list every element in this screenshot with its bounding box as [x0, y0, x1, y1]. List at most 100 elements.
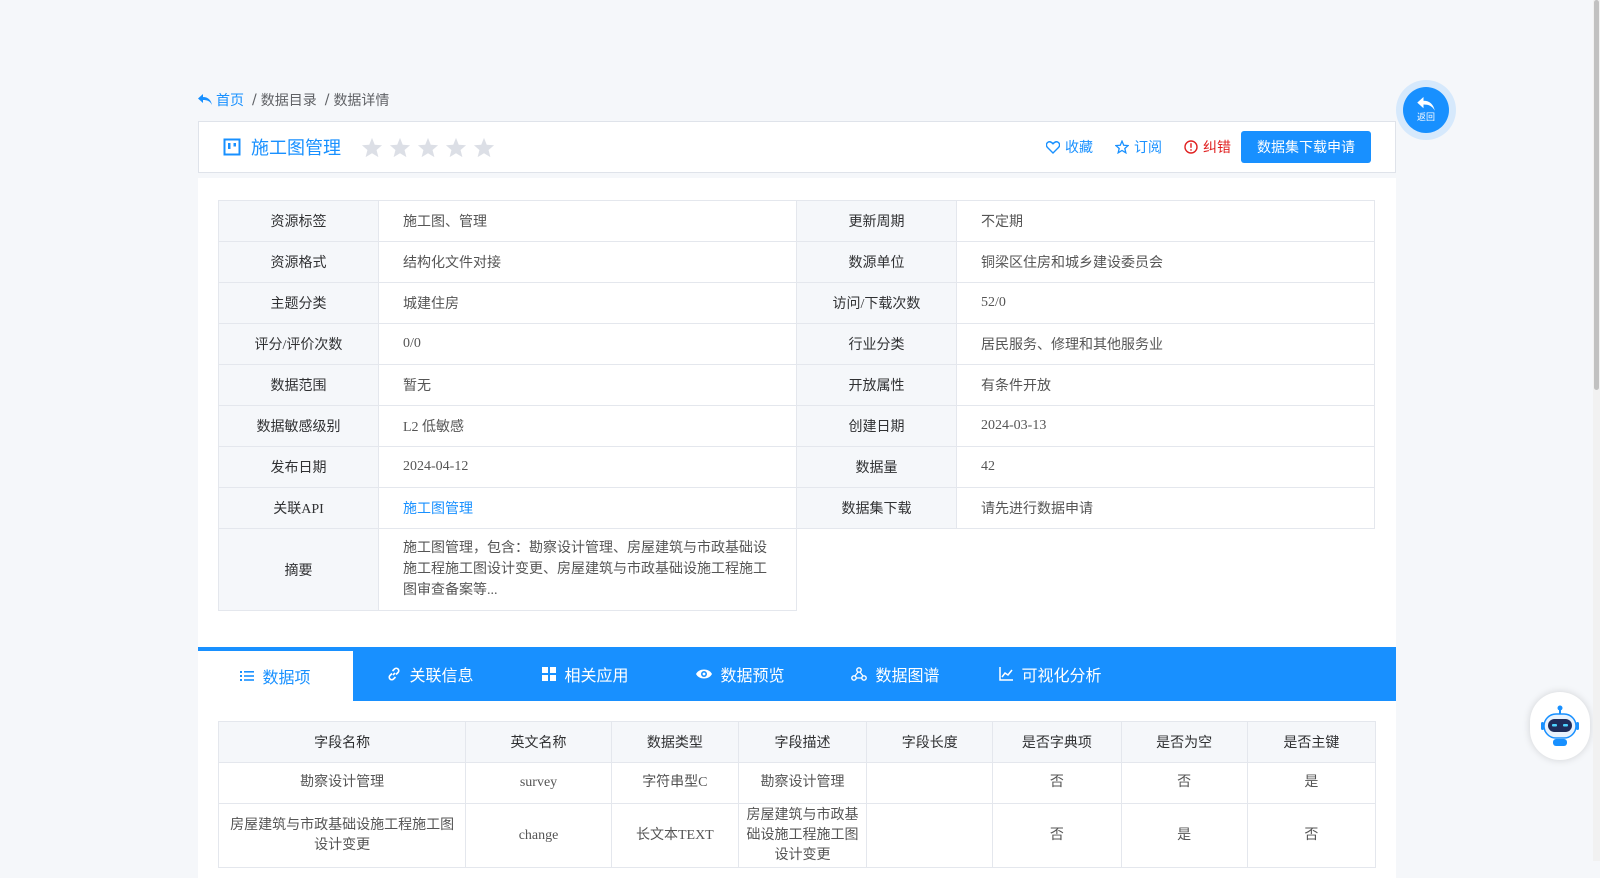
- table-cell: 是: [1120, 803, 1248, 868]
- table-cell: 否: [992, 803, 1122, 868]
- star-icon[interactable]: [473, 137, 495, 158]
- info-row: 资源格式 结构化文件对接 数源单位 铜梁区住房和城乡建设委员会: [218, 241, 1375, 283]
- assistant-robot-button[interactable]: [1530, 692, 1590, 760]
- info-row: 发布日期 2024-04-12 数据量 42: [218, 446, 1375, 488]
- info-key: 资源标签: [218, 200, 379, 242]
- favorite-label: 收藏: [1065, 140, 1093, 156]
- table-cell: survey: [465, 762, 612, 804]
- column-header: 是否主键: [1246, 721, 1377, 763]
- eye-icon: [696, 669, 713, 679]
- back-arrow-icon: [198, 94, 212, 105]
- table-cell: 勘察设计管理: [737, 762, 868, 804]
- favorite-button[interactable]: 收藏: [1046, 137, 1093, 157]
- table-cell: 否: [1246, 803, 1377, 868]
- table-cell: [866, 803, 994, 868]
- page-title: 施工图管理: [251, 138, 341, 159]
- star-outline-icon: [1115, 140, 1129, 154]
- tab-visual-analysis[interactable]: 可视化分析: [973, 647, 1128, 701]
- star-icon[interactable]: [417, 137, 439, 158]
- info-value: 请先进行数据申请: [956, 487, 1375, 529]
- tab-related-apps[interactable]: 相关应用: [508, 647, 663, 701]
- subscribe-label: 订阅: [1134, 140, 1162, 156]
- breadcrumb-item-catalog[interactable]: 数据目录: [261, 90, 317, 110]
- apply-download-button[interactable]: 数据集下载申请: [1241, 131, 1371, 163]
- info-key: 数据敏感级别: [218, 405, 379, 447]
- grid-icon: [542, 667, 557, 681]
- table-cell: 房屋建筑与市政基础设施工程施工图设计变更: [217, 803, 467, 868]
- table-cell: 否: [992, 762, 1122, 804]
- info-key: 评分/评价次数: [218, 323, 379, 365]
- column-header: 字段长度: [866, 721, 994, 763]
- tab-label: 相关应用: [564, 666, 629, 685]
- tab-related-info[interactable]: 关联信息: [353, 647, 508, 701]
- star-icon[interactable]: [361, 137, 383, 158]
- back-label: 返回: [1416, 113, 1435, 123]
- tab-label: 关联信息: [409, 666, 474, 685]
- scrollbar-thumb[interactable]: [1594, 0, 1599, 390]
- correct-button[interactable]: 纠错: [1184, 137, 1231, 157]
- info-key: 访问/下载次数: [796, 282, 957, 324]
- info-row: 关联API 施工图管理 数据集下载 请先进行数据申请: [218, 487, 1375, 529]
- correct-label: 纠错: [1203, 140, 1231, 156]
- dataset-icon: [223, 138, 241, 156]
- star-icon[interactable]: [389, 137, 411, 158]
- back-button[interactable]: 返回: [1396, 80, 1456, 140]
- info-value: 结构化文件对接: [378, 241, 797, 283]
- tab-label: 数据预览: [720, 666, 785, 685]
- table-cell: 勘察设计管理: [217, 762, 467, 804]
- info-key: 开放属性: [796, 364, 957, 406]
- info-value: 施工图、管理: [378, 200, 797, 242]
- table-cell: [866, 762, 994, 804]
- info-key: 数据集下载: [796, 487, 957, 529]
- info-value: 2024-04-12: [378, 446, 797, 488]
- column-header: 数据类型: [610, 721, 739, 763]
- tab-data-items[interactable]: 数据项: [198, 647, 353, 701]
- table-cell: 是: [1246, 762, 1377, 804]
- summary-key: 摘要: [218, 528, 379, 611]
- info-value: L2 低敏感: [378, 405, 797, 447]
- info-key: 更新周期: [796, 200, 957, 242]
- heart-icon: [1046, 140, 1060, 154]
- fields-table: 字段名称 英文名称 数据类型 字段描述 字段长度 是否字典项 是否为空 是否主键…: [217, 721, 1377, 868]
- related-api-link[interactable]: 施工图管理: [403, 502, 473, 517]
- subscribe-button[interactable]: 订阅: [1115, 137, 1162, 157]
- summary-value: 施工图管理，包含：勘察设计管理、房屋建筑与市政基础设施工程施工图设计变更、房屋建…: [378, 528, 797, 611]
- table-cell: 长文本TEXT: [610, 803, 739, 868]
- info-key: 数据量: [796, 446, 957, 488]
- info-key: 数源单位: [796, 241, 957, 283]
- tab-data-graph[interactable]: 数据图谱: [818, 647, 973, 701]
- table-cell: change: [465, 803, 612, 868]
- info-row: 数据敏感级别 L2 低敏感 创建日期 2024-03-13: [218, 405, 1375, 447]
- back-button-inner: 返回: [1403, 87, 1449, 133]
- column-header: 字段名称: [217, 721, 467, 763]
- info-table: 资源标签 施工图、管理 更新周期 不定期 资源格式 结构化文件对接 数源单位 铜…: [218, 200, 1375, 611]
- info-value: 居民服务、修理和其他服务业: [956, 323, 1375, 365]
- table-row: 勘察设计管理 survey 字符串型C 勘察设计管理 否 否 是: [217, 762, 1377, 804]
- info-key: 发布日期: [218, 446, 379, 488]
- table-cell: 房屋建筑与市政基础设施工程施工图设计变更: [737, 803, 868, 868]
- breadcrumb-item-detail: 数据详情: [333, 93, 390, 109]
- tab-label: 数据项: [262, 668, 311, 687]
- info-key: 主题分类: [218, 282, 379, 324]
- info-key: 资源格式: [218, 241, 379, 283]
- column-header: 英文名称: [465, 721, 612, 763]
- info-value: 0/0: [378, 323, 797, 365]
- tab-data-preview[interactable]: 数据预览: [663, 647, 818, 701]
- breadcrumb-home-label: 首页: [216, 93, 244, 109]
- tab-label: 数据图谱: [875, 666, 940, 685]
- page-scrollbar[interactable]: [1593, 0, 1600, 861]
- info-row: 资源标签 施工图、管理 更新周期 不定期: [218, 200, 1375, 242]
- detail-panel: 资源标签 施工图、管理 更新周期 不定期 资源格式 结构化文件对接 数源单位 铜…: [198, 178, 1396, 878]
- tab-label: 可视化分析: [1021, 666, 1102, 685]
- fields-header-row: 字段名称 英文名称 数据类型 字段描述 字段长度 是否字典项 是否为空 是否主键: [217, 721, 1377, 763]
- empty-cell: [796, 528, 1375, 611]
- info-value: 暂无: [378, 364, 797, 406]
- breadcrumb-home[interactable]: 首页: [198, 90, 244, 110]
- rating-stars[interactable]: [361, 137, 495, 158]
- info-key: 创建日期: [796, 405, 957, 447]
- graph-icon: [851, 667, 868, 681]
- info-row-summary: 摘要 施工图管理，包含：勘察设计管理、房屋建筑与市政基础设施工程施工图设计变更、…: [218, 528, 1375, 611]
- star-icon[interactable]: [445, 137, 467, 158]
- tab-bar: 数据项 关联信息 相关应用 数据预览 数据图谱 可视化分析: [198, 647, 1396, 701]
- breadcrumb: 首页 / 数据目录 / 数据详情: [198, 90, 389, 110]
